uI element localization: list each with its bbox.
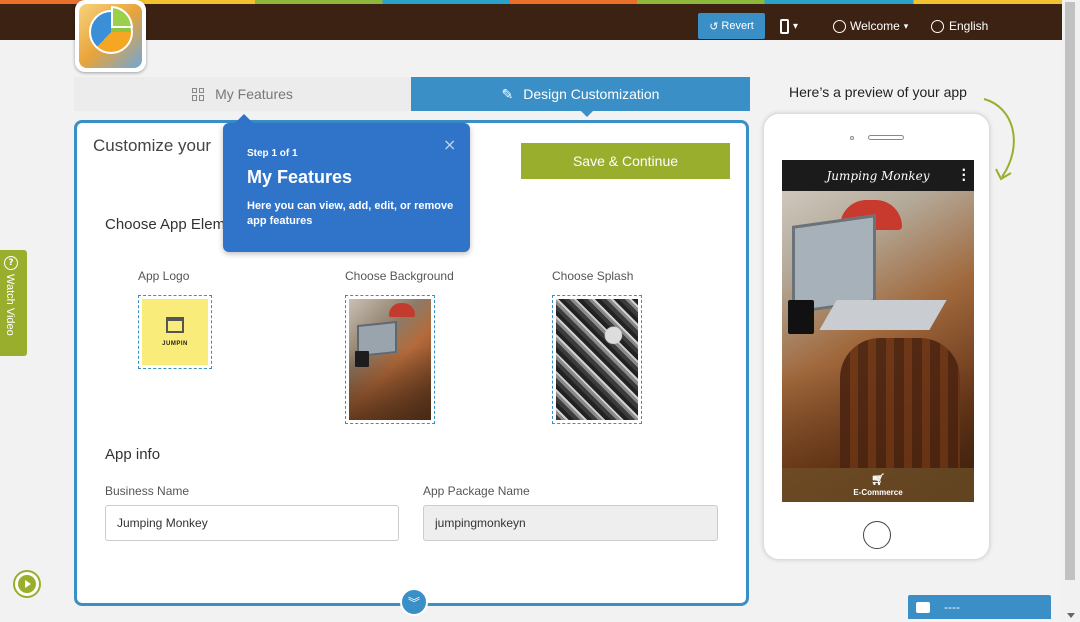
business-name-label: Business Name <box>105 484 190 498</box>
app-bottom-tab: 🛒︎ E-Commerce <box>782 468 974 502</box>
package-name-label: App Package Name <box>423 484 530 498</box>
close-icon[interactable]: × <box>443 135 456 154</box>
bottom-tab-label: E-Commerce <box>853 488 903 497</box>
help-icon: ? <box>4 256 18 270</box>
logo-text: JUMPIN <box>162 341 188 347</box>
watch-video-tab[interactable]: ? Watch Video <box>0 250 27 356</box>
tab-label: My Features <box>215 86 293 102</box>
play-video-button[interactable] <box>13 570 41 598</box>
app-logo-label: App Logo <box>138 269 190 283</box>
language-selector[interactable]: English <box>931 13 988 39</box>
phone-preview: Jumping Monkey · · · 🛒︎ E-Commerce <box>763 113 990 560</box>
scrollbar[interactable] <box>1062 0 1080 622</box>
scroll-down-arrow[interactable] <box>1067 613 1075 618</box>
revert-label: Revert <box>721 20 754 32</box>
mobile-phone-icon <box>780 18 789 34</box>
more-vertical-icon: · · · <box>961 163 966 187</box>
cart-icon: 🛒︎ <box>871 474 885 486</box>
onboarding-tooltip: Step 1 of 1 My Features Here you can vie… <box>223 114 470 252</box>
chat-icon <box>916 601 930 613</box>
phone-screen: Jumping Monkey · · · 🛒︎ E-Commerce <box>782 160 974 502</box>
chevron-down-icon: ▾ <box>903 20 909 31</box>
app-logo-picker[interactable]: JUMPIN <box>138 295 212 369</box>
splash-thumbnail <box>556 299 638 420</box>
language-label: English <box>949 19 989 33</box>
tooltip-step: Step 1 of 1 <box>247 148 298 159</box>
home-button <box>863 521 891 549</box>
user-icon <box>833 19 846 33</box>
scrollbar-thumb[interactable] <box>1065 2 1075 580</box>
splash-label: Choose Splash <box>552 269 634 283</box>
tab-design-customization[interactable]: ✎ Design Customization <box>411 77 750 117</box>
splash-picker[interactable] <box>552 295 642 424</box>
tooltip-body: Here you can view, add, edit, or remove … <box>247 200 454 227</box>
undo-icon: ↺ <box>709 20 719 33</box>
welcome-label: Welcome <box>850 19 900 33</box>
globe-icon <box>931 19 944 33</box>
app-logo[interactable] <box>75 0 146 72</box>
tooltip-title: My Features <box>247 167 353 187</box>
choose-elements-heading: Choose App Elem <box>105 216 226 233</box>
app-title: Jumping Monkey <box>826 168 930 183</box>
app-logo-thumbnail: JUMPIN <box>142 299 208 365</box>
chevron-down-icon: ▾ <box>793 20 799 32</box>
watch-video-label: Watch Video <box>4 274 16 336</box>
tab-my-features[interactable]: My Features <box>74 77 411 111</box>
expand-down-button[interactable]: ︾ <box>400 588 428 616</box>
device-dropdown[interactable]: ▾ <box>780 13 814 39</box>
revert-button[interactable]: ↺ Revert <box>698 13 765 39</box>
background-label: Choose Background <box>345 269 454 283</box>
chat-label: ---- <box>944 600 960 614</box>
panel-title: Customize your <box>93 136 212 155</box>
grid-icon <box>192 87 205 101</box>
store-icon <box>166 317 184 333</box>
background-picker[interactable] <box>345 295 435 424</box>
welcome-dropdown[interactable]: Welcome ▾ <box>833 13 908 39</box>
app-info-heading: App info <box>105 446 161 463</box>
app-header: Jumping Monkey <box>782 160 974 191</box>
play-icon <box>18 575 36 593</box>
chat-widget[interactable]: ---- <box>908 595 1051 619</box>
tab-label: Design Customization <box>523 86 660 102</box>
edit-icon: ✎ <box>501 85 514 102</box>
save-continue-button[interactable]: Save & Continue <box>521 143 730 179</box>
background-thumbnail <box>349 299 431 420</box>
preview-heading: Here’s a preview of your app <box>789 84 967 100</box>
package-name-input[interactable] <box>423 505 718 541</box>
top-bar: ↺ Revert ▾ Welcome ▾ English <box>0 4 1062 40</box>
business-name-input[interactable] <box>105 505 399 541</box>
double-chevron-down-icon: ︾ <box>407 595 420 610</box>
